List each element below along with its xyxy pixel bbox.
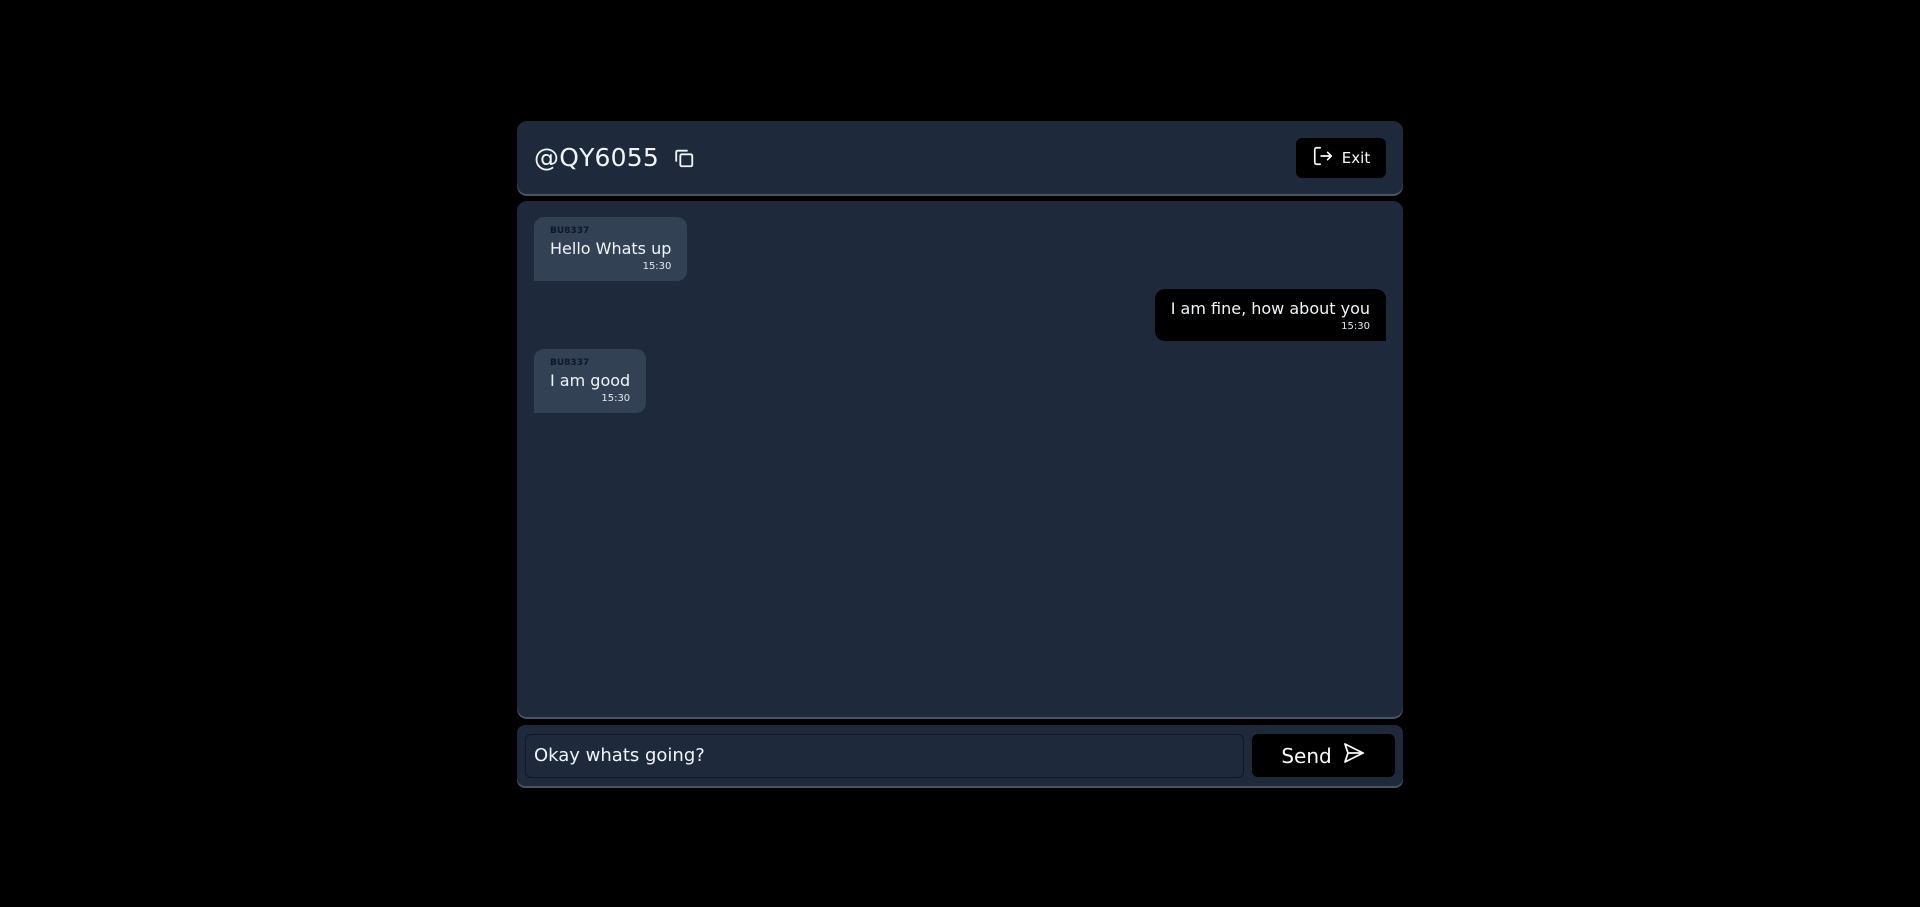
room-id: @QY6055 [534, 143, 659, 172]
message-bubble: BU8337 I am good 15:30 [534, 349, 647, 413]
copy-icon[interactable] [671, 145, 697, 171]
message-time: 15:30 [601, 393, 631, 404]
message-sender: BU8337 [550, 358, 590, 368]
message-input[interactable] [525, 733, 1244, 778]
logout-icon [1312, 145, 1334, 171]
message-bubble-own: I am fine, how about you 15:30 [1154, 289, 1386, 341]
chat-app: @QY6055 Exit BU8337 Hello Whats up 15:30… [517, 121, 1403, 786]
room-info: @QY6055 [534, 143, 697, 172]
message-time: 15:30 [1341, 321, 1370, 332]
message-sender: BU8337 [550, 226, 590, 236]
message-bubble: BU8337 Hello Whats up 15:30 [534, 217, 688, 281]
message-text: I am good [550, 371, 631, 390]
send-label: Send [1281, 743, 1332, 768]
message-list[interactable]: BU8337 Hello Whats up 15:30 I am fine, h… [517, 201, 1403, 717]
message-text: I am fine, how about you [1170, 299, 1370, 318]
exit-button[interactable]: Exit [1296, 137, 1386, 178]
chat-header: @QY6055 Exit [517, 121, 1403, 194]
exit-label: Exit [1341, 148, 1371, 167]
message-composer: Send [517, 725, 1403, 786]
message-time: 15:30 [642, 261, 672, 272]
send-icon [1342, 741, 1366, 770]
message-text: Hello Whats up [550, 239, 672, 258]
send-button[interactable]: Send [1252, 734, 1395, 777]
